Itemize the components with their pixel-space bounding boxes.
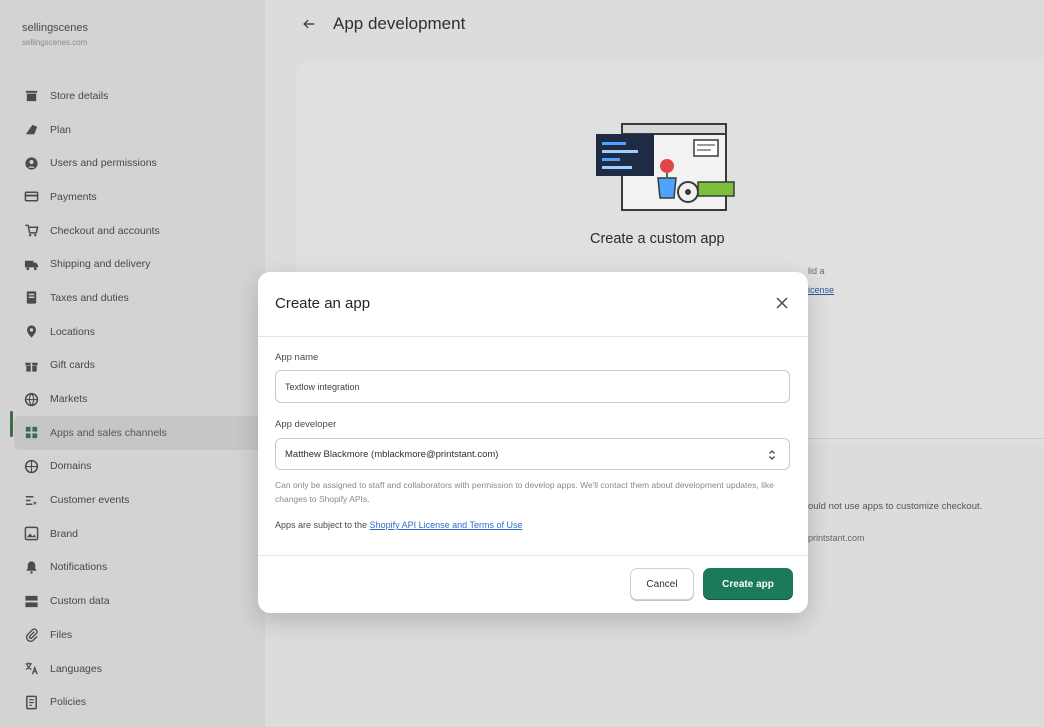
app-name-label: App name [275,352,319,363]
sidebar-item-customer-events[interactable]: Customer events [14,483,265,517]
sidebar-item-domains[interactable]: Domains [14,450,265,484]
close-button[interactable] [770,291,794,315]
sidebar-item-label: Brand [50,527,79,540]
settings-nav: Store details Plan Users and permissions… [14,79,265,719]
terms-prefix: Apps are subject to the [275,520,370,530]
arrow-left-icon[interactable] [297,12,321,36]
sidebar-item-label: Payments [50,190,97,203]
store-icon [24,88,39,103]
custom-data-icon [24,594,39,609]
checkout-icon [24,223,39,238]
sidebar-item-files[interactable]: Files [14,618,265,652]
location-pin-icon [24,324,39,339]
sidebar-item-label: Shipping and delivery [50,258,151,271]
sidebar-item-plan[interactable]: Plan [14,113,265,147]
user-icon [24,156,39,171]
app-developer-label: App developer [275,419,337,430]
store-info[interactable]: sellingscenes sellingscenes.com [22,22,88,47]
checkout-note-fragment: ould not use apps to customize checkout. [808,501,983,512]
modal-footer-divider [258,555,808,556]
sidebar-item-label: Checkout and accounts [50,224,160,237]
modal-header-divider [258,336,808,337]
gift-icon [24,358,39,373]
sidebar-item-markets[interactable]: Markets [14,382,265,416]
page-title: App development [333,14,466,33]
terms-notice: Apps are subject to the Shopify API Lice… [275,520,522,530]
policies-icon [24,695,39,710]
sidebar-item-label: Gift cards [50,359,95,372]
sidebar-item-policies[interactable]: Policies [14,685,265,719]
sidebar-item-label: Apps and sales channels [50,426,167,439]
app-name-input[interactable] [275,370,790,403]
sidebar-item-shipping[interactable]: Shipping and delivery [14,247,265,281]
app-developer-value: Matthew Blackmore (mblackmore@printstant… [285,448,499,460]
close-icon [776,297,788,309]
sidebar-item-locations[interactable]: Locations [14,315,265,349]
sidebar-item-label: Custom data [50,595,110,608]
sidebar-item-apps[interactable]: Apps and sales channels [14,415,265,450]
globe-icon [24,392,39,407]
description-fragment: lid a [808,266,825,276]
sidebar-item-label: Policies [50,696,87,709]
sidebar-item-label: Domains [50,460,92,473]
section-divider [807,438,1044,439]
modal-title: Create an app [275,295,371,312]
developer-helper-text: Can only be assigned to staff and collab… [275,480,774,504]
store-domain: sellingscenes.com [22,38,88,47]
sidebar-item-label: Notifications [50,561,108,574]
sidebar-item-taxes[interactable]: Taxes and duties [14,281,265,315]
sidebar-item-label: Locations [50,325,95,338]
bell-icon [24,560,39,575]
select-chevron-icon [767,448,777,462]
custom-app-heading: Create a custom app [590,231,725,247]
modal-header: Create an app [258,272,808,336]
sidebar-item-users[interactable]: Users and permissions [14,146,265,180]
brand-icon [24,526,39,541]
page-header: App development [297,12,465,36]
domains-icon [24,459,39,474]
sidebar-item-label: Taxes and duties [50,291,129,304]
languages-icon [24,661,39,676]
terms-link[interactable]: Shopify API License and Terms of Use [370,520,523,530]
store-name: sellingscenes [22,22,89,34]
sidebar-item-label: Plan [50,123,72,136]
settings-sidebar: sellingscenes sellingscenes.com Store de… [0,0,265,727]
apps-icon [24,425,39,440]
create-app-modal: Create an app App name App developer Mat… [258,272,808,613]
sidebar-item-checkout[interactable]: Checkout and accounts [14,214,265,248]
app-developer-select[interactable]: Matthew Blackmore (mblackmore@printstant… [275,438,790,470]
sidebar-item-store-details[interactable]: Store details [14,79,265,113]
payments-icon [24,189,39,204]
custom-app-illustration [594,120,739,215]
create-app-button[interactable]: Create app [703,568,793,600]
sidebar-item-label: Store details [50,89,109,102]
sidebar-item-notifications[interactable]: Notifications [14,551,265,585]
paperclip-icon [24,627,39,643]
sidebar-item-label: Files [50,628,73,641]
custom-app-illustration-graphic [596,123,735,211]
sidebar-item-brand[interactable]: Brand [14,517,265,551]
taxes-icon [24,290,39,305]
sidebar-item-label: Languages [50,662,102,675]
sidebar-item-gift-cards[interactable]: Gift cards [14,349,265,383]
sidebar-item-label: Customer events [50,494,130,507]
email-fragment: printstant.com [808,533,865,543]
sidebar-item-custom-data[interactable]: Custom data [14,584,265,618]
license-link-fragment[interactable]: icense [808,285,834,295]
customer-events-icon [24,493,39,508]
plan-icon [24,122,39,137]
sidebar-item-label: Markets [50,393,88,406]
active-indicator [10,411,13,437]
sidebar-item-label: Users and permissions [50,157,157,170]
cancel-button[interactable]: Cancel [630,568,694,600]
truck-icon [24,257,39,272]
sidebar-item-payments[interactable]: Payments [14,180,265,214]
sidebar-item-languages[interactable]: Languages [14,652,265,686]
